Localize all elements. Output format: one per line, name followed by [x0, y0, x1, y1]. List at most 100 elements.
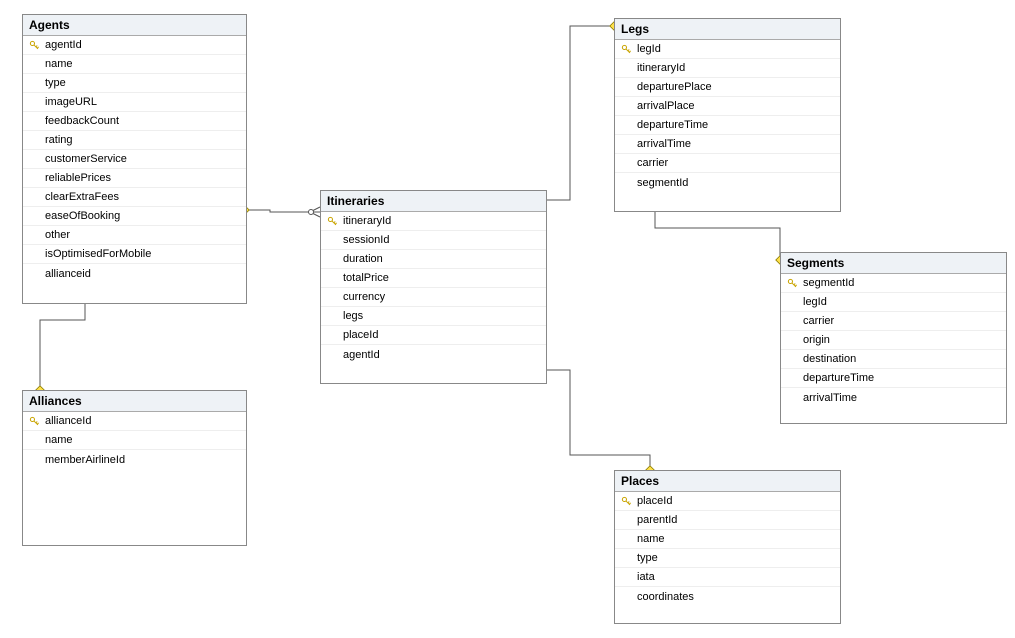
- column-row[interactable]: name: [615, 530, 840, 549]
- column-row[interactable]: legId: [615, 40, 840, 59]
- column-name: currency: [341, 291, 385, 303]
- column-name: departurePlace: [635, 81, 712, 93]
- column-row[interactable]: coordinates: [615, 587, 840, 606]
- column-name: agentId: [341, 349, 380, 361]
- column-name: name: [43, 58, 73, 70]
- column-name: legId: [801, 296, 827, 308]
- column-row[interactable]: departurePlace: [615, 78, 840, 97]
- column-name: allianceId: [43, 415, 91, 427]
- column-row[interactable]: name: [23, 431, 246, 450]
- entity-alliances[interactable]: Alliances allianceId name memberAirlineId: [22, 390, 247, 546]
- column-row[interactable]: itineraryId: [615, 59, 840, 78]
- entity-segments[interactable]: Segments segmentId legId carrierorigin dest…: [780, 252, 1007, 424]
- column-name: departureTime: [635, 119, 708, 131]
- column-name: placeId: [635, 495, 672, 507]
- column-row[interactable]: departureTime: [615, 116, 840, 135]
- column-row[interactable]: other: [23, 226, 246, 245]
- column-name: feedbackCount: [43, 115, 119, 127]
- column-row[interactable]: allianceId: [23, 412, 246, 431]
- column-name: arrivalTime: [801, 392, 857, 404]
- entity-alliances-title: Alliances: [23, 391, 246, 412]
- connector-agents-itineraries: [245, 210, 320, 212]
- column-row[interactable]: carrier: [615, 154, 840, 173]
- column-name: parentId: [635, 514, 677, 526]
- column-name: legs: [341, 310, 363, 322]
- column-row[interactable]: agentId: [321, 345, 546, 364]
- column-row[interactable]: clearExtraFees: [23, 188, 246, 207]
- column-name: name: [43, 434, 73, 446]
- column-name: easeOfBooking: [43, 210, 120, 222]
- column-name: coordinates: [635, 591, 694, 603]
- column-row[interactable]: placeId: [615, 492, 840, 511]
- primary-key-icon: [617, 44, 635, 55]
- column-row[interactable]: rating: [23, 131, 246, 150]
- column-row[interactable]: type: [615, 549, 840, 568]
- column-row[interactable]: reliablePrices: [23, 169, 246, 188]
- column-row[interactable]: placeId: [321, 326, 546, 345]
- column-row[interactable]: imageURL: [23, 93, 246, 112]
- entity-legs-title: Legs: [615, 19, 840, 40]
- column-name: segmentId: [801, 277, 854, 289]
- column-name: iata: [635, 571, 655, 583]
- column-row[interactable]: totalPrice: [321, 269, 546, 288]
- column-row[interactable]: arrivalPlace: [615, 97, 840, 116]
- diagram-canvas: { "entities": { "agents": { "title": "Ag…: [0, 0, 1015, 638]
- entity-legs[interactable]: Legs legId itineraryId departurePlace arriv…: [614, 18, 841, 212]
- column-row[interactable]: easeOfBooking: [23, 207, 246, 226]
- column-name: customerService: [43, 153, 127, 165]
- column-name: isOptimisedForMobile: [43, 248, 151, 260]
- column-row[interactable]: name: [23, 55, 246, 74]
- column-name: sessionId: [341, 234, 389, 246]
- primary-key-icon: [323, 216, 341, 227]
- entity-segments-title: Segments: [781, 253, 1006, 274]
- entity-agents[interactable]: Agents agentIdnametypeimageURLfeedbackCo…: [22, 14, 247, 304]
- column-name: itineraryId: [635, 62, 685, 74]
- entity-itineraries-title: Itineraries: [321, 191, 546, 212]
- column-row[interactable]: sessionId: [321, 231, 546, 250]
- entity-itineraries[interactable]: Itineraries itineraryId sessionId duration…: [320, 190, 547, 384]
- column-name: type: [635, 552, 658, 564]
- column-row[interactable]: parentId: [615, 511, 840, 530]
- entity-itineraries-body: itineraryId sessionId duration totalPrice cu…: [321, 212, 546, 364]
- primary-key-icon: [617, 496, 635, 507]
- column-row[interactable]: allianceid: [23, 264, 246, 283]
- column-name: arrivalTime: [635, 138, 691, 150]
- column-row[interactable]: arrivalTime: [781, 388, 1006, 407]
- column-row[interactable]: iata: [615, 568, 840, 587]
- column-row[interactable]: carrier: [781, 312, 1006, 331]
- column-name: rating: [43, 134, 73, 146]
- column-row[interactable]: destination: [781, 350, 1006, 369]
- column-row[interactable]: segmentId: [615, 173, 840, 192]
- column-name: duration: [341, 253, 383, 265]
- column-name: allianceid: [43, 268, 91, 280]
- column-name: placeId: [341, 329, 378, 341]
- entity-legs-body: legId itineraryId departurePlace arrivalPla…: [615, 40, 840, 192]
- column-row[interactable]: customerService: [23, 150, 246, 169]
- column-row[interactable]: arrivalTime: [615, 135, 840, 154]
- column-row[interactable]: isOptimisedForMobile: [23, 245, 246, 264]
- column-name: carrier: [635, 157, 668, 169]
- column-row[interactable]: memberAirlineId: [23, 450, 246, 469]
- primary-key-icon: [783, 278, 801, 289]
- entity-agents-body: agentId name type imageURL feedbackCount rati…: [23, 36, 246, 283]
- column-row[interactable]: departureTime: [781, 369, 1006, 388]
- column-row[interactable]: currency: [321, 288, 546, 307]
- column-name: destination: [801, 353, 856, 365]
- column-row[interactable]: segmentId: [781, 274, 1006, 293]
- column-name: type: [43, 77, 66, 89]
- column-name: departureTime: [801, 372, 874, 384]
- column-row[interactable]: duration: [321, 250, 546, 269]
- column-name: segmentId: [635, 177, 688, 189]
- entity-places[interactable]: Places placeIdparentIdnametypeiatacoordi…: [614, 470, 841, 624]
- entity-segments-body: segmentId legId carrierorigin destination de…: [781, 274, 1006, 407]
- column-row[interactable]: legId: [781, 293, 1006, 312]
- column-row[interactable]: legs: [321, 307, 546, 326]
- primary-key-icon: [25, 416, 43, 427]
- column-row[interactable]: type: [23, 74, 246, 93]
- column-row[interactable]: feedbackCount: [23, 112, 246, 131]
- column-row[interactable]: origin: [781, 331, 1006, 350]
- column-row[interactable]: agentId: [23, 36, 246, 55]
- connector-itineraries-legs: [545, 26, 614, 200]
- entity-places-body: placeId parentId name type iata coordinates: [615, 492, 840, 606]
- column-row[interactable]: itineraryId: [321, 212, 546, 231]
